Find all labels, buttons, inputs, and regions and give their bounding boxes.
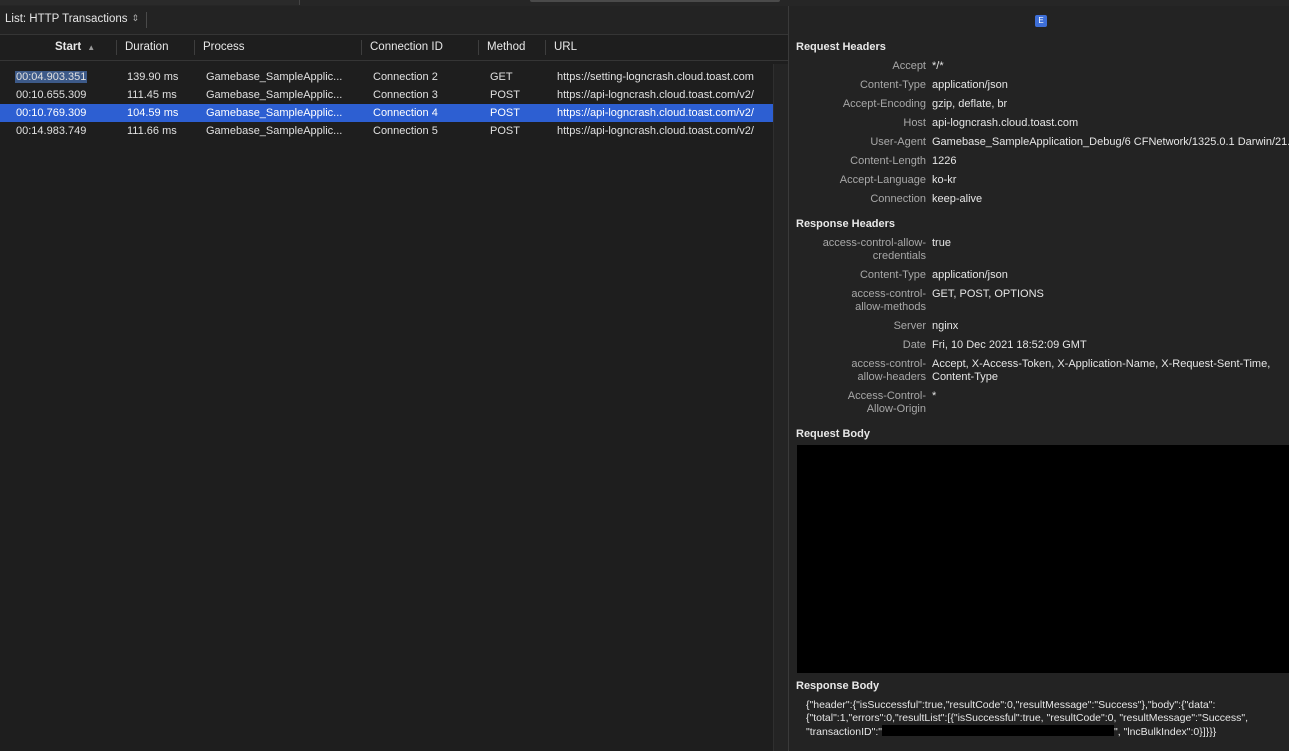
- header-key: access-control-allow- credentials: [822, 237, 926, 262]
- cell-start: 00:10.769.309: [16, 107, 87, 119]
- cell-method: POST: [490, 89, 520, 101]
- chevron-updown-icon: ⇕: [131, 13, 140, 23]
- tab-segment[interactable]: [0, 0, 300, 5]
- header-value: gzip, deflate, br: [932, 98, 1008, 110]
- table-header: Start ▲ Duration Process Connection ID Me…: [0, 35, 788, 61]
- column-header-process[interactable]: Process: [203, 41, 245, 53]
- header-key: Server: [893, 320, 926, 332]
- table-row[interactable]: 00:10.655.309 111.45 ms Gamebase_SampleA…: [0, 86, 773, 104]
- header-value: Accept, X-Access-Token, X-Application-Na…: [932, 358, 1271, 383]
- column-divider[interactable]: [545, 40, 546, 55]
- cell-connection: Connection 2: [373, 71, 438, 83]
- response-headers-title: Response Headers: [796, 218, 896, 230]
- cell-duration: 111.66 ms: [127, 125, 177, 137]
- request-body-title: Request Body: [796, 428, 870, 440]
- cell-method: GET: [490, 71, 513, 83]
- cell-start: 00:14.983.749: [16, 125, 87, 137]
- request-headers-title: Request Headers: [796, 41, 886, 53]
- header-value: *: [932, 390, 937, 402]
- header-value: nginx: [932, 320, 959, 332]
- cell-process: Gamebase_SampleApplic...: [206, 71, 343, 83]
- cell-process: Gamebase_SampleApplic...: [206, 89, 343, 101]
- header-value: */*: [932, 60, 944, 72]
- cell-duration: 111.45 ms: [127, 89, 177, 101]
- redaction-bar: [881, 725, 1114, 736]
- header-value: api-logncrash.cloud.toast.com: [932, 117, 1079, 129]
- header-value: ko-kr: [932, 174, 957, 186]
- list-toolbar: List: HTTP Transactions ⇕: [0, 6, 788, 35]
- cell-connection: Connection 5: [373, 125, 438, 137]
- header-key: Accept-Language: [839, 174, 926, 186]
- transactions-pane: List: HTTP Transactions ⇕ Start ▲ Duration…: [0, 6, 789, 751]
- cell-duration: 139.90 ms: [127, 71, 179, 83]
- cell-url: https://api-logncrash.cloud.toast.com/v2…: [557, 125, 754, 137]
- header-key: Content-Length: [850, 155, 926, 167]
- response-body-title: Response Body: [796, 680, 880, 692]
- table-row-selected[interactable]: 00:10.769.309 104.59 ms Gamebase_SampleA…: [0, 104, 773, 122]
- request-body-redacted: [797, 445, 1289, 673]
- header-value: application/json: [932, 79, 1008, 91]
- cell-method: POST: [490, 107, 520, 119]
- header-key: Date: [902, 339, 926, 351]
- header-value: 1226: [932, 155, 957, 167]
- column-divider[interactable]: [116, 40, 117, 55]
- column-divider[interactable]: [361, 40, 362, 55]
- column-header-connection-id[interactable]: Connection ID: [370, 41, 443, 53]
- cell-url: https://api-logncrash.cloud.toast.com/v2…: [557, 89, 754, 101]
- cell-start: 00:10.655.309: [16, 89, 87, 101]
- detail-pane: E Request Headers Accept */* Content-Type…: [788, 6, 1289, 751]
- header-key: Content-Type: [859, 269, 926, 281]
- header-key: Content-Type: [859, 79, 926, 91]
- cell-connection: Connection 4: [373, 107, 438, 119]
- list-type-selector[interactable]: List: HTTP Transactions ⇕: [5, 13, 139, 27]
- header-value: application/json: [932, 269, 1008, 281]
- header-key: Accept-Encoding: [842, 98, 926, 110]
- cell-process: Gamebase_SampleApplic...: [206, 125, 343, 137]
- cell-process: Gamebase_SampleApplic...: [206, 107, 343, 119]
- header-value: Fri, 10 Dec 2021 18:52:09 GMT: [932, 339, 1087, 351]
- column-divider[interactable]: [194, 40, 195, 55]
- window-drag-handle[interactable]: [530, 0, 780, 2]
- column-header-duration[interactable]: Duration: [125, 41, 168, 53]
- response-body-part2: ", "lncBulkIndex":0}]}}}: [1113, 726, 1217, 738]
- header-key: Connection: [870, 193, 926, 205]
- toolbar-divider: [146, 12, 147, 28]
- header-key: Host: [903, 117, 926, 129]
- transactions-list: 00:04.903.351 139.90 ms Gamebase_SampleA…: [0, 68, 773, 140]
- header-value: true: [932, 237, 951, 249]
- cell-duration: 104.59 ms: [127, 107, 179, 119]
- cell-connection: Connection 3: [373, 89, 438, 101]
- header-key: access-control- allow-headers: [851, 358, 926, 383]
- inspector-badge[interactable]: E: [1035, 15, 1047, 27]
- response-body-text: {"header":{"isSuccessful":true,"resultCo…: [806, 699, 1286, 739]
- table-row[interactable]: 00:14.983.749 111.66 ms Gamebase_SampleA…: [0, 122, 773, 140]
- header-key: access-control- allow-methods: [851, 288, 926, 313]
- app-window: List: HTTP Transactions ⇕ Start ▲ Duration…: [0, 0, 1289, 751]
- header-value: keep-alive: [932, 193, 983, 205]
- cell-url: https://api-logncrash.cloud.toast.com/v2…: [557, 107, 754, 119]
- cell-method: POST: [490, 125, 520, 137]
- column-header-start-label: Start: [55, 41, 82, 53]
- header-value: GET, POST, OPTIONS: [932, 288, 1044, 300]
- cell-start: 00:04.903.351: [15, 71, 88, 83]
- sort-ascending-icon: ▲: [87, 43, 96, 52]
- column-header-start[interactable]: Start ▲: [55, 41, 95, 53]
- table-row[interactable]: 00:04.903.351 139.90 ms Gamebase_SampleA…: [0, 68, 773, 86]
- header-key: User-Agent: [870, 136, 926, 148]
- header-key: Accept: [892, 60, 926, 72]
- header-value: Gamebase_SampleApplication_Debug/6 CFNet…: [932, 136, 1289, 148]
- header-key: Access-Control- Allow-Origin: [847, 390, 926, 415]
- column-header-url[interactable]: URL: [554, 41, 577, 53]
- list-type-label: List: HTTP Transactions: [5, 13, 128, 25]
- column-divider[interactable]: [478, 40, 479, 55]
- vertical-scrollbar[interactable]: [773, 64, 789, 751]
- cell-url: https://setting-logncrash.cloud.toast.co…: [557, 71, 754, 83]
- column-header-method[interactable]: Method: [487, 41, 525, 53]
